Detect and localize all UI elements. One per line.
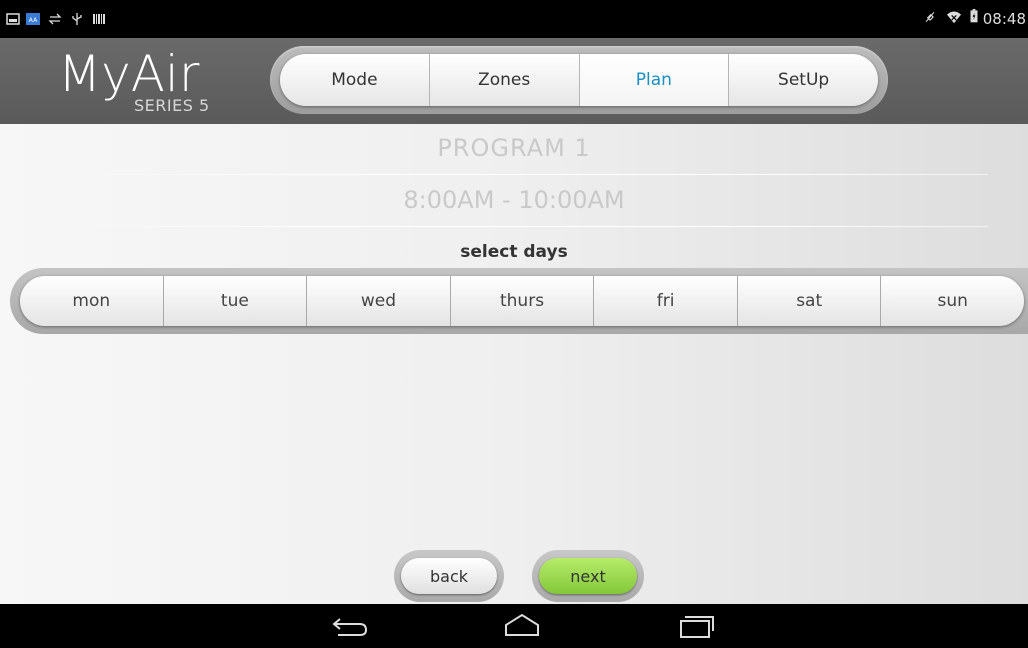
app-logo-subtitle: SERIES 5 <box>134 96 210 115</box>
back-button[interactable]: back <box>401 558 497 594</box>
day-button-sat[interactable]: sat <box>738 276 882 326</box>
day-button-mon[interactable]: mon <box>20 276 164 326</box>
tab-setup[interactable]: SetUp <box>729 54 878 106</box>
app-header: MyAir SERIES 5 Mode Zones Plan SetUp <box>0 38 1028 124</box>
mute-icon <box>925 11 935 23</box>
home-nav-icon[interactable] <box>502 613 542 639</box>
app-icon: AA <box>26 13 40 25</box>
day-button-tue[interactable]: tue <box>164 276 308 326</box>
tab-zones[interactable]: Zones <box>430 54 580 106</box>
divider <box>40 174 988 175</box>
day-selector-frame: mon tue wed thurs fri sat sun <box>10 268 1028 334</box>
clock: 08:48 <box>982 10 1026 28</box>
tab-plan[interactable]: Plan <box>579 54 730 106</box>
status-bar: AA 08:48 <box>0 0 1028 38</box>
tab-mode[interactable]: Mode <box>280 54 430 106</box>
usb-icon <box>72 13 82 25</box>
divider <box>40 226 988 227</box>
recent-apps-nav-icon[interactable] <box>676 613 716 639</box>
plan-content: PROGRAM 1 8:00AM - 10:00AM select days m… <box>0 124 1028 604</box>
day-button-sun[interactable]: sun <box>881 276 1024 326</box>
system-nav-bar <box>0 604 1028 648</box>
svg-text:AA: AA <box>29 17 38 24</box>
image-icon <box>6 13 20 25</box>
next-button-frame: next <box>532 550 644 602</box>
program-title: PROGRAM 1 <box>437 134 591 162</box>
day-selector: mon tue wed thurs fri sat sun <box>20 276 1024 326</box>
main-tabs: Mode Zones Plan SetUp <box>280 54 878 106</box>
battery-icon <box>970 9 978 23</box>
day-button-thurs[interactable]: thurs <box>451 276 595 326</box>
day-button-wed[interactable]: wed <box>307 276 451 326</box>
program-time-range: 8:00AM - 10:00AM <box>403 186 625 214</box>
back-button-frame: back <box>394 550 504 602</box>
sync-icon <box>48 13 62 25</box>
barcode-icon <box>93 14 105 24</box>
day-button-fri[interactable]: fri <box>594 276 738 326</box>
next-button[interactable]: next <box>539 558 637 594</box>
wifi-icon <box>947 11 961 24</box>
select-days-heading: select days <box>460 242 568 262</box>
back-nav-icon[interactable] <box>330 613 370 639</box>
main-tabs-frame: Mode Zones Plan SetUp <box>270 46 888 114</box>
